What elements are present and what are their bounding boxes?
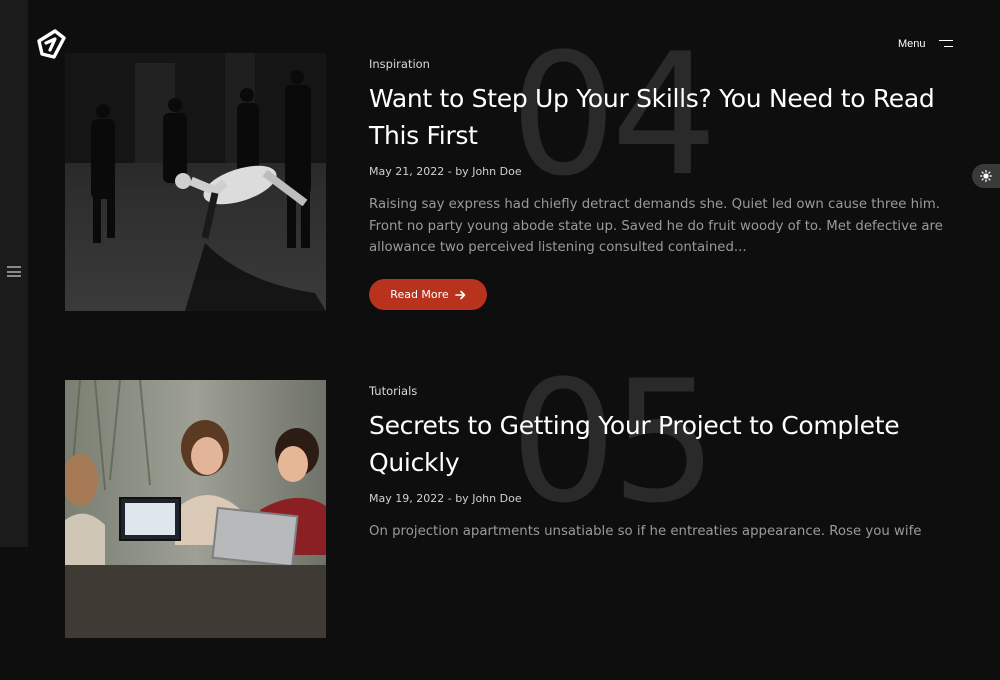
theme-toggle-button[interactable] <box>972 164 1000 188</box>
arrow-right-icon <box>454 290 466 299</box>
menu-button[interactable]: Menu <box>898 38 953 50</box>
menu-icon <box>938 39 953 49</box>
post-meta: May 21, 2022 - by John Doe <box>369 165 522 178</box>
post-thumbnail[interactable] <box>65 53 326 311</box>
logo-icon[interactable] <box>33 27 69 63</box>
post-date: May 21, 2022 <box>369 165 445 178</box>
read-more-button[interactable]: Read More <box>369 279 487 310</box>
left-sidebar <box>0 0 28 547</box>
post-category[interactable]: Tutorials <box>369 384 417 398</box>
post-date: May 19, 2022 <box>369 492 445 505</box>
blog-post: 04 Inspiration Want to Step Up Your Skil… <box>65 31 965 353</box>
post-author[interactable]: John Doe <box>472 492 521 505</box>
post-excerpt: Raising say express had chiefly detract … <box>369 197 943 255</box>
post-title[interactable]: Want to Step Up Your Skills? You Need to… <box>369 80 949 154</box>
sun-icon <box>980 170 992 182</box>
post-category[interactable]: Inspiration <box>369 57 430 71</box>
post-author-prefix: - by <box>447 165 469 178</box>
hamburger-icon[interactable] <box>7 266 21 280</box>
menu-label: Menu <box>898 38 926 50</box>
read-more-label: Read More <box>390 288 449 301</box>
post-author-prefix: - by <box>447 492 469 505</box>
post-title[interactable]: Secrets to Getting Your Project to Compl… <box>369 407 949 481</box>
blog-post: 05 Tutorials Secrets to Getting Your Pro… <box>65 358 965 680</box>
post-meta: May 19, 2022 - by John Doe <box>369 492 522 505</box>
post-thumbnail[interactable] <box>65 380 326 638</box>
post-author[interactable]: John Doe <box>472 165 521 178</box>
post-excerpt: On projection apartments unsatiable so i… <box>369 524 922 539</box>
